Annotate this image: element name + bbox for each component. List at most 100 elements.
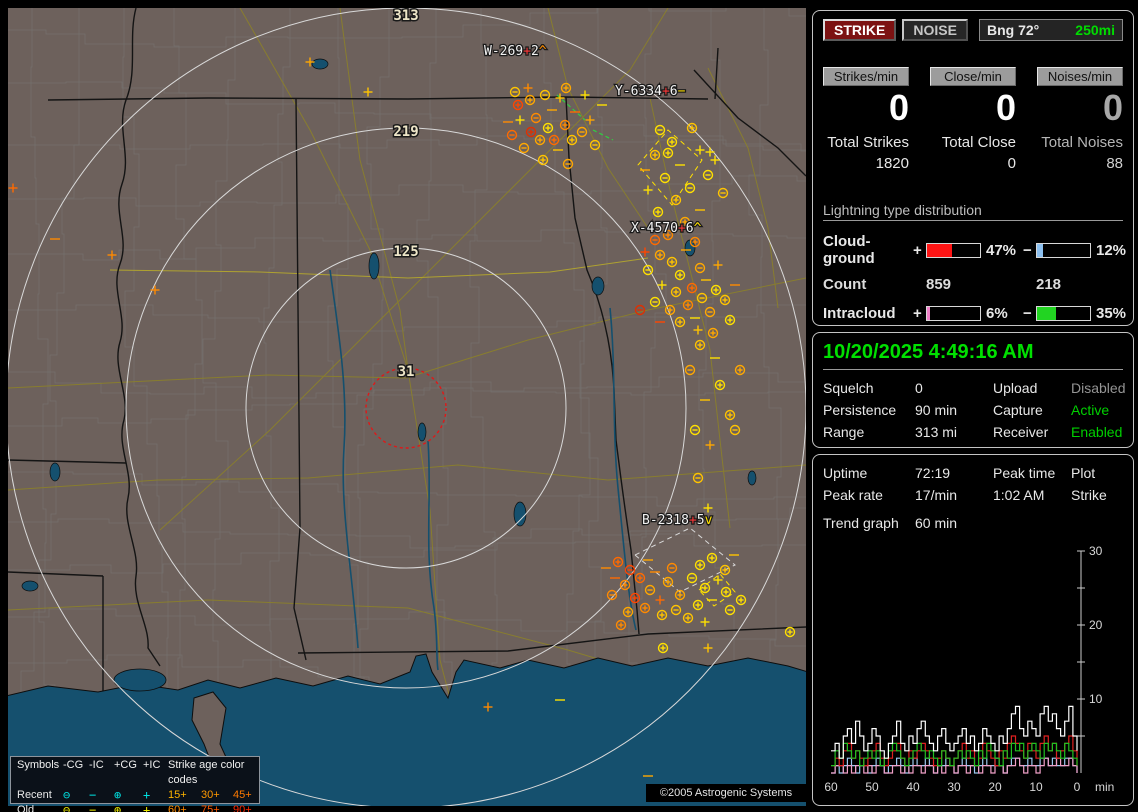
settings-grid: Squelch 0 Upload Disabled Persistence 90… — [823, 380, 1126, 440]
total-strikes-label: Total Strikes — [827, 134, 909, 151]
x-axis-unit: min — [1095, 780, 1114, 794]
legend-symbols-header: Symbols — [17, 759, 60, 771]
strike-toggle-button[interactable]: STRIKE — [823, 19, 897, 41]
close-per-min-header: Close/min — [930, 67, 1016, 86]
distribution-title: Lightning type distribution — [823, 202, 1123, 221]
legend-age-title: Strike age color codes — [168, 759, 245, 786]
trend-graph-row: Trend graph 60 min — [823, 515, 1123, 531]
peak-rate-value: 17/min — [915, 487, 958, 503]
recent-minus-icon: − — [89, 788, 97, 802]
squelch-value: 0 — [915, 380, 923, 396]
range-label: Range — [823, 424, 865, 440]
ic-minus-pct: 35% — [1096, 305, 1127, 322]
stats-groupbox: STRIKE NOISE Bng 72° 250mi Strikes/min 0… — [812, 10, 1134, 348]
noise-toggle-button[interactable]: NOISE — [902, 19, 968, 41]
range-value: 313 mi — [915, 424, 958, 440]
y-tick-label: 30 — [1089, 544, 1103, 558]
recent-circle-plus-icon: ⊕ — [114, 788, 122, 802]
info-grid: Uptime 72:19 Peak time Plot Peak rate 17… — [823, 465, 1123, 503]
age-code-60: 60+ — [168, 804, 187, 812]
peak-rate-label: Peak rate — [823, 487, 883, 503]
cloud-ground-row: Cloud-ground + 47% − 12% — [823, 233, 1126, 267]
cg-minus-count: 218 — [1036, 276, 1062, 293]
trend-graph-chart: 10 20 30 60 50 40 30 20 10 0 min — [824, 544, 1114, 794]
recent-circle-minus-icon: ⊖ — [63, 788, 71, 802]
receiver-label: Receiver — [993, 424, 1049, 440]
cg-minus-pct: 12% — [1096, 241, 1127, 259]
x-tick-label: 50 — [865, 780, 879, 794]
range-value: 250mi — [1075, 22, 1115, 38]
upload-label: Upload — [993, 380, 1038, 396]
x-tick-label: 30 — [947, 780, 961, 794]
close-column: Close/min 0 Total Close 0 — [930, 67, 1016, 172]
copyright-text: ©2005 Astrogenic Systems — [646, 784, 806, 802]
x-tick-label: 10 — [1029, 780, 1043, 794]
range-ring-label: 125 — [393, 244, 418, 260]
peak-time-value: 1:02 AM — [993, 487, 1045, 503]
receiver-value: Enabled — [1071, 424, 1123, 440]
upload-value: Disabled — [1071, 380, 1126, 396]
storm-cell-label: X-4570+6^ — [631, 221, 702, 236]
cg-plus-pct: 47% — [986, 241, 1017, 259]
strike-map[interactable]: W-269+2^ Y-6334+6− X-4570+6^ B-2318+5v 313 2… — [8, 8, 806, 812]
total-close-label: Total Close — [941, 134, 1016, 151]
strikes-per-min-header: Strikes/min — [823, 67, 909, 86]
y-tick-label: 20 — [1089, 618, 1103, 632]
y-tick-label: 10 — [1089, 692, 1103, 706]
cloud-ground-counts: Count 859 218 — [823, 276, 1123, 293]
age-code-30: 30+ — [201, 789, 220, 801]
datetime-display: 10/20/2025 4:49:16 AM — [823, 341, 1123, 370]
range-ring-label: 313 — [393, 8, 418, 24]
uptime-label: Uptime — [823, 465, 868, 481]
total-close-value: 0 — [1007, 155, 1016, 172]
legend-row-old-label: Old — [17, 804, 35, 812]
peak-time-label: Peak time — [993, 465, 1056, 481]
old-circle-plus-icon: ⊕ — [114, 803, 122, 812]
noises-per-min-header: Noises/min — [1037, 67, 1123, 86]
persistence-label: Persistence — [823, 402, 897, 418]
range-ring-label: 31 — [398, 364, 415, 380]
legend-col-nic: -IC — [89, 759, 104, 771]
squelch-label: Squelch — [823, 380, 874, 396]
total-noises-label: Total Noises — [1041, 134, 1123, 151]
age-code-90: 90+ — [233, 804, 252, 812]
minus-sign: − — [1023, 305, 1032, 322]
old-minus-icon: − — [89, 803, 97, 812]
symbol-legend: Symbols -CG -IC +CG +IC Strike age color… — [10, 756, 260, 812]
bearing-range-display: Bng 72° 250mi — [979, 19, 1123, 41]
intracloud-label: Intracloud — [823, 305, 896, 322]
uptime-value: 72:19 — [915, 465, 951, 481]
old-plus-icon: + — [143, 803, 151, 812]
plot-label: Plot — [1071, 465, 1096, 481]
lightning-detector-app: W-269+2^ Y-6334+6− X-4570+6^ B-2318+5v 313 2… — [0, 0, 1138, 812]
age-code-45: 45+ — [233, 789, 252, 801]
storm-cell-label: B-2318+5v — [642, 513, 713, 528]
status-groupbox: 10/20/2025 4:49:16 AM Squelch 0 Upload D… — [812, 332, 1134, 448]
old-circle-minus-icon: ⊖ — [63, 803, 71, 812]
total-strikes-value: 1820 — [875, 155, 909, 172]
capture-value: Active — [1071, 402, 1110, 418]
cg-plus-count: 859 — [926, 276, 952, 293]
capture-label: Capture — [993, 402, 1043, 418]
intracloud-row: Intracloud + 6% − 35% — [823, 305, 1126, 322]
total-noises-value: 88 — [1106, 155, 1123, 172]
cloud-ground-label: Cloud-ground — [823, 233, 875, 267]
plus-sign: + — [913, 305, 922, 322]
recent-plus-icon: + — [143, 788, 151, 802]
noises-per-min-value: 0 — [1102, 87, 1123, 128]
persistence-value: 90 min — [915, 402, 958, 418]
age-code-15: 15+ — [168, 789, 187, 801]
minus-sign: − — [1023, 241, 1032, 259]
bearing-value: Bng 72° — [987, 22, 1040, 38]
x-tick-label: 60 — [824, 780, 838, 794]
cg-plus-bar — [926, 242, 981, 258]
range-ring-label: 219 — [393, 124, 418, 140]
count-label: Count — [823, 276, 867, 293]
plot-value: Strike — [1071, 487, 1107, 503]
ic-minus-bar — [1036, 306, 1091, 321]
ic-plus-pct: 6% — [986, 305, 1008, 322]
cg-minus-bar — [1036, 242, 1091, 258]
storm-cell-label: Y-6334+6− — [615, 84, 686, 99]
legend-col-pic: +IC — [143, 759, 161, 771]
map-canvas[interactable]: W-269+2^ Y-6334+6− X-4570+6^ B-2318+5v 313 2… — [8, 8, 806, 806]
